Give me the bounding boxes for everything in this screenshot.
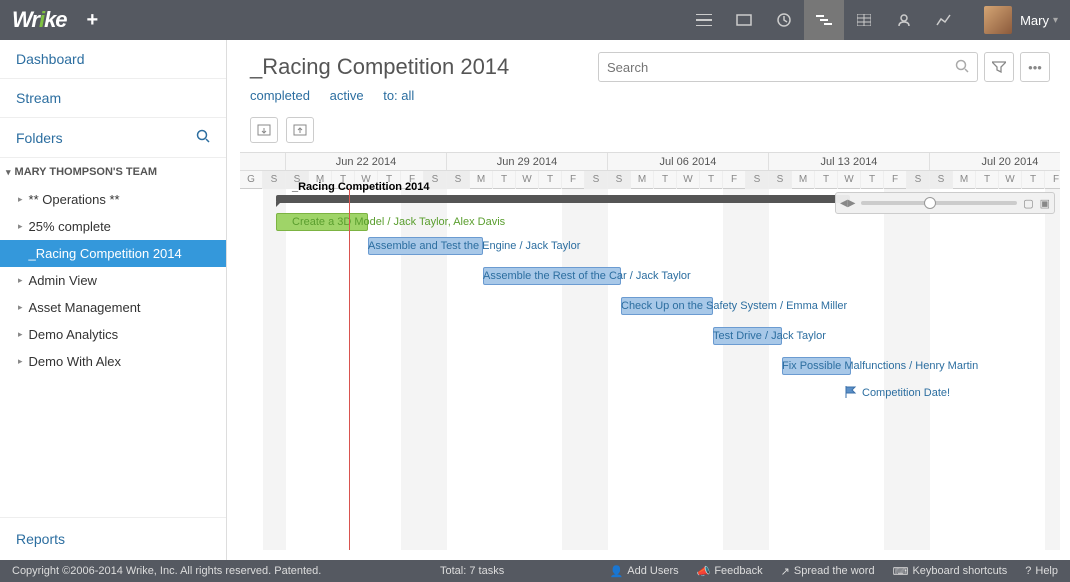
folder-demo-with-alex[interactable]: ▸Demo With Alex — [0, 348, 226, 375]
milestone-label: Competition Date! — [862, 387, 950, 399]
day-header: M — [792, 171, 815, 189]
time-view-icon[interactable] — [764, 0, 804, 40]
team-header[interactable]: ▾MARY THOMPSON'S TEAM — [0, 158, 226, 186]
summary-bar[interactable] — [276, 195, 850, 203]
sidebar-reports[interactable]: Reports — [0, 517, 226, 560]
week-header: Jul 13 2014 — [769, 153, 930, 170]
task-label: Assemble the Rest of the Car / Jack Tayl… — [483, 270, 691, 282]
filter-button[interactable] — [984, 52, 1014, 82]
footer: Copyright ©2006-2014 Wrike, Inc. All rig… — [0, 560, 1070, 582]
milestone-icon[interactable] — [844, 385, 858, 399]
app-header: Wrike + Mary ▾ — [0, 0, 1070, 40]
sidebar: Dashboard Stream Folders ▾MARY THOMPSON'… — [0, 40, 227, 560]
day-header: T — [976, 171, 999, 189]
day-header: S — [746, 171, 769, 189]
day-header: S — [585, 171, 608, 189]
day-header: M — [953, 171, 976, 189]
week-header: Jun 22 2014 — [286, 153, 447, 170]
collapse-all-button[interactable] — [286, 117, 314, 143]
gantt-chart: Jun 22 2014Jun 29 2014Jul 06 2014Jul 13 … — [240, 152, 1060, 550]
search-icon[interactable] — [955, 59, 969, 76]
week-header: Jul 20 2014 — [930, 153, 1060, 170]
day-header: F — [562, 171, 585, 189]
day-header: S — [930, 171, 953, 189]
table-view-icon[interactable] — [844, 0, 884, 40]
day-header: W — [516, 171, 539, 189]
user-name: Mary — [1020, 13, 1049, 28]
page-title: _Racing Competition 2014 — [250, 54, 509, 80]
chevron-down-icon: ▾ — [1053, 15, 1058, 26]
day-header: M — [631, 171, 654, 189]
board-view-icon[interactable] — [724, 0, 764, 40]
task-label: Fix Possible Malfunctions / Henry Martin — [782, 360, 978, 372]
day-header: T — [539, 171, 562, 189]
folder-25-complete[interactable]: ▸25% complete — [0, 213, 226, 240]
filter-to[interactable]: to: all — [383, 88, 414, 103]
list-view-icon[interactable] — [684, 0, 724, 40]
week-header: Jun 29 2014 — [447, 153, 608, 170]
task-label: Test Drive / Jack Taylor — [713, 330, 826, 342]
day-header: F — [723, 171, 746, 189]
folder-racing-competition[interactable]: ▸_Racing Competition 2014 — [0, 240, 226, 267]
search-input[interactable] — [607, 60, 955, 75]
day-header: F — [884, 171, 907, 189]
summary-label: _Racing Competition 2014 — [292, 181, 430, 193]
task-label: Assemble and Test the Engine / Jack Tayl… — [368, 240, 580, 252]
day-header: T — [815, 171, 838, 189]
day-header: W — [838, 171, 861, 189]
analytics-view-icon[interactable] — [924, 0, 964, 40]
day-header: T — [700, 171, 723, 189]
sidebar-folders[interactable]: Folders — [0, 118, 226, 158]
user-menu[interactable]: Mary ▾ — [984, 6, 1058, 34]
workload-view-icon[interactable] — [884, 0, 924, 40]
logo: Wrike — [12, 7, 67, 33]
more-button[interactable]: ••• — [1020, 52, 1050, 82]
avatar — [984, 6, 1012, 34]
search-box[interactable] — [598, 52, 978, 82]
gantt-view-icon[interactable] — [804, 0, 844, 40]
day-header: W — [999, 171, 1022, 189]
sidebar-dashboard[interactable]: Dashboard — [0, 40, 226, 79]
day-header: W — [677, 171, 700, 189]
zoom-full-icon[interactable]: ▣ — [1040, 197, 1050, 210]
expand-all-button[interactable] — [250, 117, 278, 143]
add-button[interactable]: + — [87, 9, 99, 32]
day-header: F — [1045, 171, 1060, 189]
view-switcher — [684, 0, 964, 40]
folder-admin-view[interactable]: ▸Admin View — [0, 267, 226, 294]
today-line — [349, 189, 350, 550]
sidebar-stream[interactable]: Stream — [0, 79, 226, 118]
zoom-fit-icon[interactable]: ▢ — [1023, 197, 1033, 210]
help-link[interactable]: ? Help — [1025, 565, 1058, 578]
filter-active[interactable]: active — [330, 88, 364, 103]
day-header: T — [493, 171, 516, 189]
day-header: S — [447, 171, 470, 189]
search-icon[interactable] — [196, 129, 210, 146]
zoom-control[interactable]: ◀▶ ▢ ▣ — [835, 192, 1055, 214]
gantt-body[interactable]: − _Racing Competition 2014 Create a 3D M… — [240, 189, 1060, 550]
day-header: S — [907, 171, 930, 189]
day-header: M — [470, 171, 493, 189]
folder-asset-management[interactable]: ▸Asset Management — [0, 294, 226, 321]
filter-completed[interactable]: completed — [250, 88, 310, 103]
folder-operations[interactable]: ▸** Operations ** — [0, 186, 226, 213]
add-users-link[interactable]: 👤 Add Users — [610, 565, 679, 578]
day-header: S — [608, 171, 631, 189]
zoom-left-icon[interactable]: ◀▶ — [840, 198, 855, 209]
feedback-link[interactable]: 📣 Feedback — [697, 565, 763, 578]
week-header: Jul 06 2014 — [608, 153, 769, 170]
day-header: T — [654, 171, 677, 189]
day-header: T — [1022, 171, 1045, 189]
task-label: Create a 3D Model / Jack Taylor, Alex Da… — [292, 216, 505, 228]
task-label: Check Up on the Safety System / Emma Mil… — [621, 300, 847, 312]
main-content: _Racing Competition 2014 ••• completed a… — [240, 40, 1060, 560]
folder-demo-analytics[interactable]: ▸Demo Analytics — [0, 321, 226, 348]
filter-row: completed active to: all — [240, 86, 1060, 113]
day-header: S — [769, 171, 792, 189]
day-header: T — [861, 171, 884, 189]
spread-link[interactable]: ↗ Spread the word — [781, 565, 875, 578]
task-total: Total: 7 tasks — [440, 565, 504, 577]
shortcuts-link[interactable]: ⌨ Keyboard shortcuts — [893, 565, 1008, 578]
copyright: Copyright ©2006-2014 Wrike, Inc. All rig… — [12, 565, 321, 577]
